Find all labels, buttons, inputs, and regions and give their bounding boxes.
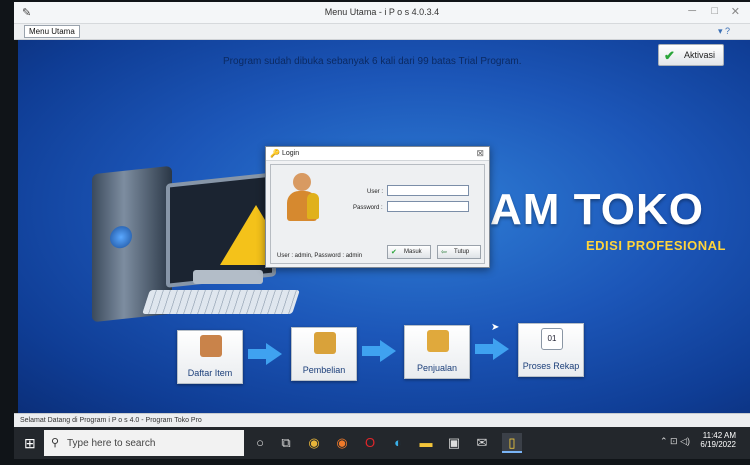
box-icon bbox=[200, 335, 222, 357]
task-view-icon[interactable]: ⧉ bbox=[276, 433, 296, 453]
status-bar: Selamat Datang di Program i P o s 4.0 - … bbox=[14, 413, 750, 427]
password-label: Password : bbox=[353, 205, 383, 211]
check-circle-icon: ✔ bbox=[391, 249, 397, 256]
menu-item-menu-utama[interactable]: Menu Utama bbox=[24, 25, 80, 38]
firefox-icon[interactable]: ◉ bbox=[332, 433, 352, 453]
edge-icon[interactable]: ◐ bbox=[388, 433, 408, 453]
key-icon: 🔑 bbox=[270, 149, 280, 158]
tutup-button[interactable]: ⇦ Tutup bbox=[437, 245, 481, 259]
aktivasi-button[interactable]: ✔ Aktivasi bbox=[658, 44, 724, 66]
clock-time: 11:42 AM bbox=[702, 431, 736, 440]
trial-message: Program sudah dibuka sebanyak 6 kali dar… bbox=[223, 56, 522, 67]
search-placeholder: Type here to search bbox=[67, 438, 156, 449]
user-input[interactable] bbox=[387, 185, 469, 196]
login-title: Login bbox=[282, 150, 300, 157]
tutup-label: Tutup bbox=[454, 249, 470, 255]
proses-rekap-label: Proses Rekap bbox=[522, 361, 580, 371]
file-explorer-icon[interactable]: ▬ bbox=[416, 433, 436, 453]
store-icon[interactable]: ▣ bbox=[444, 433, 464, 453]
proses-rekap-button[interactable]: 01 Proses Rekap bbox=[518, 323, 584, 377]
main-panel: Program sudah dibuka sebanyak 6 kali dar… bbox=[18, 40, 750, 413]
exit-icon: ⇦ bbox=[441, 249, 447, 256]
login-panel: User : Password : User : admin, Password… bbox=[270, 164, 485, 264]
chrome-icon[interactable]: ◉ bbox=[304, 433, 324, 453]
pembelian-button[interactable]: Pembelian bbox=[291, 327, 357, 381]
masuk-label: Masuk bbox=[404, 249, 422, 255]
status-text: Selamat Datang di Program i P o s 4.0 - … bbox=[20, 417, 202, 424]
daftar-item-label: Daftar Item bbox=[187, 368, 233, 378]
arrow-right-icon bbox=[475, 338, 511, 360]
brand-subtitle: EDISI PROFESIONAL bbox=[586, 238, 726, 253]
pembelian-label: Pembelian bbox=[302, 365, 346, 375]
password-input[interactable] bbox=[387, 201, 469, 212]
clock-date: 6/19/2022 bbox=[700, 440, 736, 449]
search-icon: ⚲ bbox=[51, 437, 60, 449]
user-key-icon bbox=[283, 171, 323, 223]
monitor-stand-illustration bbox=[193, 270, 263, 284]
login-close-icon[interactable]: ⊠ bbox=[476, 148, 484, 159]
mail-icon[interactable]: ✉ bbox=[472, 433, 492, 453]
window-titlebar: ✎ Menu Utama - i P o s 4.0.3.4 ─ □ ✕ bbox=[14, 2, 750, 24]
help-icon[interactable]: ▾ ? bbox=[718, 26, 730, 37]
ipos-taskbar-icon[interactable]: ▯ bbox=[502, 433, 522, 453]
mouse-cursor-icon: ➤ bbox=[491, 322, 500, 333]
opera-icon[interactable]: O bbox=[360, 433, 380, 453]
windows-start-icon[interactable]: ⊞ bbox=[24, 435, 36, 452]
daftar-item-button[interactable]: Daftar Item bbox=[177, 330, 243, 384]
cortana-icon[interactable]: ○ bbox=[250, 433, 270, 453]
disk-icon bbox=[110, 225, 132, 250]
login-dialog: 🔑 Login ⊠ User : Password : User : admin… bbox=[265, 146, 490, 268]
window-title: Menu Utama - i P o s 4.0.3.4 bbox=[324, 7, 440, 17]
user-label: User : bbox=[367, 189, 384, 195]
minimize-button[interactable]: ─ bbox=[688, 5, 696, 17]
calendar-icon: 01 bbox=[541, 328, 563, 350]
taskbar-search[interactable]: ⚲ Type here to search bbox=[44, 430, 244, 456]
arrow-right-icon bbox=[362, 340, 398, 362]
taskbar-clock[interactable]: 11:42 AM 6/19/2022 bbox=[700, 431, 736, 449]
keyboard-illustration bbox=[142, 290, 300, 314]
login-titlebar: 🔑 Login ⊠ bbox=[266, 147, 489, 161]
coins-plus-icon bbox=[314, 332, 336, 354]
check-icon: ✔ bbox=[664, 48, 675, 63]
maximize-button[interactable]: □ bbox=[711, 5, 718, 17]
masuk-button[interactable]: ✔ Masuk bbox=[387, 245, 431, 259]
taskbar: ⊞ ⚲ Type here to search ○ ⧉ ◉ ◉ O ◐ ▬ ▣ … bbox=[14, 427, 750, 459]
system-tray-icons[interactable]: ⌃ ⊡ ◁) bbox=[660, 436, 690, 447]
arrow-right-icon bbox=[248, 343, 284, 365]
close-button[interactable]: ✕ bbox=[731, 5, 740, 18]
aktivasi-label: Aktivasi bbox=[684, 50, 716, 60]
brand-title: AM TOKO bbox=[490, 185, 704, 234]
penjualan-label: Penjualan bbox=[416, 363, 458, 373]
desktop-screen: ✎ Menu Utama - i P o s 4.0.3.4 ─ □ ✕ Men… bbox=[0, 0, 750, 465]
login-hint: User : admin, Password : admin bbox=[277, 253, 363, 259]
coins-minus-icon bbox=[427, 330, 449, 352]
menu-bar: Menu Utama ▾ ? bbox=[14, 24, 750, 40]
penjualan-button[interactable]: Penjualan bbox=[404, 325, 470, 379]
